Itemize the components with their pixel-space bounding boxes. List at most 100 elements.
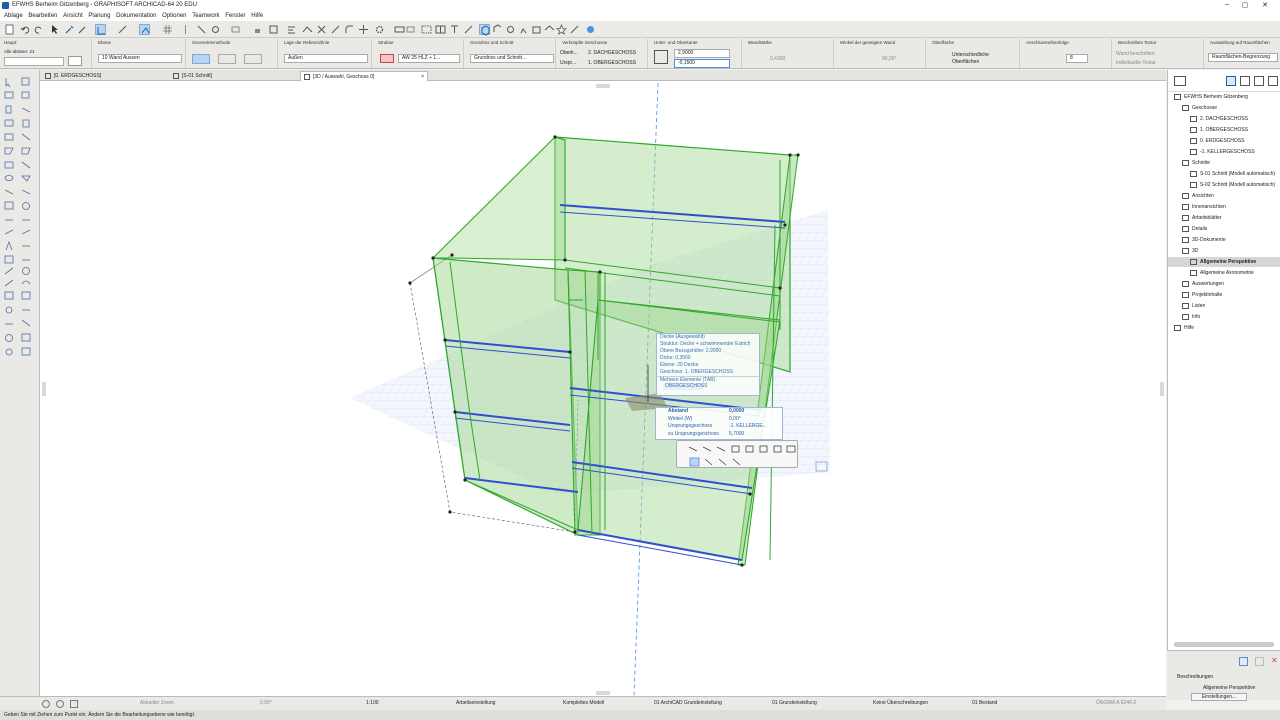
shell-tool-icon[interactable] <box>4 161 14 169</box>
nav-schnitte[interactable]: Schnitte <box>1182 158 1210 168</box>
elevation-icon[interactable] <box>394 24 405 35</box>
tab-schnitt[interactable]: [S-01 Schnitt] <box>170 71 296 81</box>
node[interactable] <box>450 253 454 257</box>
dimension-style[interactable]: Keine Überschreibungen <box>873 700 928 706</box>
menu-planung[interactable]: Planung <box>88 11 110 21</box>
nav-3d[interactable]: 3D <box>1182 246 1198 256</box>
tracker-value[interactable]: 5,7000 <box>729 431 744 439</box>
nav-3d-dokumente[interactable]: 3D-Dokumente <box>1182 235 1226 245</box>
unterkante-input[interactable]: -0,1500 <box>674 59 730 68</box>
oberflaeche-value-line1[interactable]: Unterschiedliche <box>952 52 989 58</box>
einstellungen-button[interactable]: Einstellungen... <box>1191 693 1247 701</box>
figure-tool-icon[interactable] <box>21 291 31 300</box>
morph-tool-icon[interactable] <box>4 175 14 181</box>
raumflaechen-select[interactable]: Raumflächen-Begrenzung <box>1208 53 1278 62</box>
mirror-icon[interactable] <box>180 24 191 35</box>
3d-style-icon[interactable] <box>544 24 555 35</box>
node[interactable] <box>740 563 744 567</box>
group-icon[interactable] <box>268 24 279 35</box>
grundriss-schnitt-button[interactable]: Grundriss und Schnitt... <box>470 54 554 63</box>
right-scroll-handle[interactable] <box>1160 382 1164 396</box>
wall-tool-icon[interactable] <box>68 56 82 66</box>
nav-arbeitsblaetter[interactable]: Arbeitsblätter <box>1182 213 1221 223</box>
nav-kellergeschoss[interactable]: -1. KELLERGESCHOSS <box>1190 147 1255 157</box>
renovation-filter[interactable]: 01 Bestand <box>972 700 997 706</box>
model-view-options[interactable]: Komplettes Modell <box>563 700 604 706</box>
referenzlinie-select[interactable]: Außen <box>284 54 368 63</box>
nav-info[interactable]: Info <box>1182 312 1200 322</box>
nav-auswertungen[interactable]: Auswertungen <box>1182 279 1224 289</box>
nav-projektinhalte[interactable]: Projektinhalte <box>1182 290 1222 300</box>
bottom-scroll-handle[interactable] <box>596 691 610 695</box>
window-tool-icon[interactable] <box>4 119 14 127</box>
minimize-button[interactable]: – <box>1218 1 1236 8</box>
arrow-tool-icon[interactable] <box>5 78 11 88</box>
menu-teamwork[interactable]: Teamwork <box>192 11 219 21</box>
graphic-override[interactable]: 01 Grundeinstellung <box>772 700 817 706</box>
door-tool-icon[interactable] <box>21 91 30 99</box>
elevate-pet-icon[interactable] <box>731 445 740 453</box>
offset-icon[interactable] <box>405 24 416 35</box>
polyline-tool-icon[interactable] <box>4 267 14 275</box>
fillet-pet-icon[interactable] <box>718 458 727 466</box>
menu-hilfe[interactable]: Hilfe <box>251 11 263 21</box>
node[interactable] <box>598 270 602 274</box>
project-map-icon[interactable] <box>1226 76 1236 86</box>
node[interactable] <box>448 510 452 514</box>
nav-hilfe[interactable]: Hilfe <box>1174 323 1194 333</box>
hotspot-tool-icon[interactable] <box>5 306 13 314</box>
grid-snap-icon[interactable] <box>162 24 173 35</box>
zoom-out-icon[interactable] <box>56 700 64 708</box>
rotate-pet-icon[interactable] <box>702 446 712 452</box>
detail-tool-icon[interactable] <box>21 333 31 342</box>
rotate-icon[interactable] <box>210 24 221 35</box>
stair-tool-icon[interactable] <box>21 133 31 141</box>
mesh-tool-icon[interactable] <box>4 189 14 195</box>
scale-value[interactable]: 1:100 <box>366 700 379 706</box>
geometry-straight-button[interactable] <box>192 54 210 64</box>
3d-model-canvas[interactable] <box>40 81 1166 696</box>
teamwork-icon[interactable] <box>585 24 596 35</box>
tracker-row-winkel[interactable]: Winkel (W) 0,00° <box>656 416 782 424</box>
beam-tool-icon[interactable] <box>21 107 31 113</box>
favorite-star-icon[interactable] <box>556 23 567 35</box>
menu-optionen[interactable]: Optionen <box>162 11 186 21</box>
change-tool-icon[interactable] <box>5 348 13 356</box>
render-icon[interactable] <box>569 24 580 35</box>
slab-tool-icon[interactable] <box>4 147 14 155</box>
insert-node-pet-icon[interactable] <box>704 458 713 466</box>
node[interactable] <box>408 281 412 285</box>
anschluss-input[interactable]: 8 <box>1066 54 1088 63</box>
multiply-pet-icon[interactable] <box>745 445 754 453</box>
object-tool-icon[interactable] <box>4 133 14 141</box>
circle-tool-icon[interactable] <box>22 267 30 275</box>
menu-ablage[interactable]: Ablage <box>4 11 23 21</box>
camera-tool-icon[interactable] <box>21 347 31 356</box>
tracker-row-ursprungsgeschoss[interactable]: Ursprungsgeschoss -1. KELLERGE... <box>656 423 782 431</box>
layout-book-icon[interactable] <box>1254 76 1264 86</box>
maximize-button[interactable]: ▢ <box>1236 1 1254 9</box>
node[interactable] <box>783 223 787 227</box>
zoom-in-icon[interactable] <box>42 700 50 708</box>
settings-icon[interactable] <box>374 24 385 35</box>
winkel-value[interactable]: 90,00° <box>882 56 897 62</box>
nav-listen[interactable]: Listen <box>1182 301 1205 311</box>
nav-schnitt-s01[interactable]: S-01 Schnitt (Modell automatisch) <box>1190 169 1275 179</box>
resize-pet-icon[interactable] <box>786 445 796 453</box>
nav-details[interactable]: Details <box>1182 224 1207 234</box>
new-file-icon[interactable] <box>4 24 15 35</box>
element-selector[interactable] <box>4 57 64 66</box>
split-pet-icon[interactable] <box>773 445 782 453</box>
arc-tool-icon[interactable] <box>4 279 14 287</box>
fit-in-window-icon[interactable] <box>70 700 78 708</box>
node[interactable] <box>443 338 447 342</box>
nav-erdgeschoss[interactable]: 0. ERDGESCHOSS <box>1190 136 1244 146</box>
node[interactable] <box>431 256 435 260</box>
node[interactable] <box>778 286 782 290</box>
lamp-tool-icon[interactable] <box>22 202 30 210</box>
tab-3d[interactable]: [3D / Auswahl, Geschoss 0] × <box>300 71 428 81</box>
node[interactable] <box>788 153 792 157</box>
nav-root[interactable]: EFWHS Berheim Gitzenberg <box>1174 92 1248 102</box>
3d-model-icon[interactable] <box>531 24 542 35</box>
drag-pet-icon[interactable] <box>688 446 698 452</box>
